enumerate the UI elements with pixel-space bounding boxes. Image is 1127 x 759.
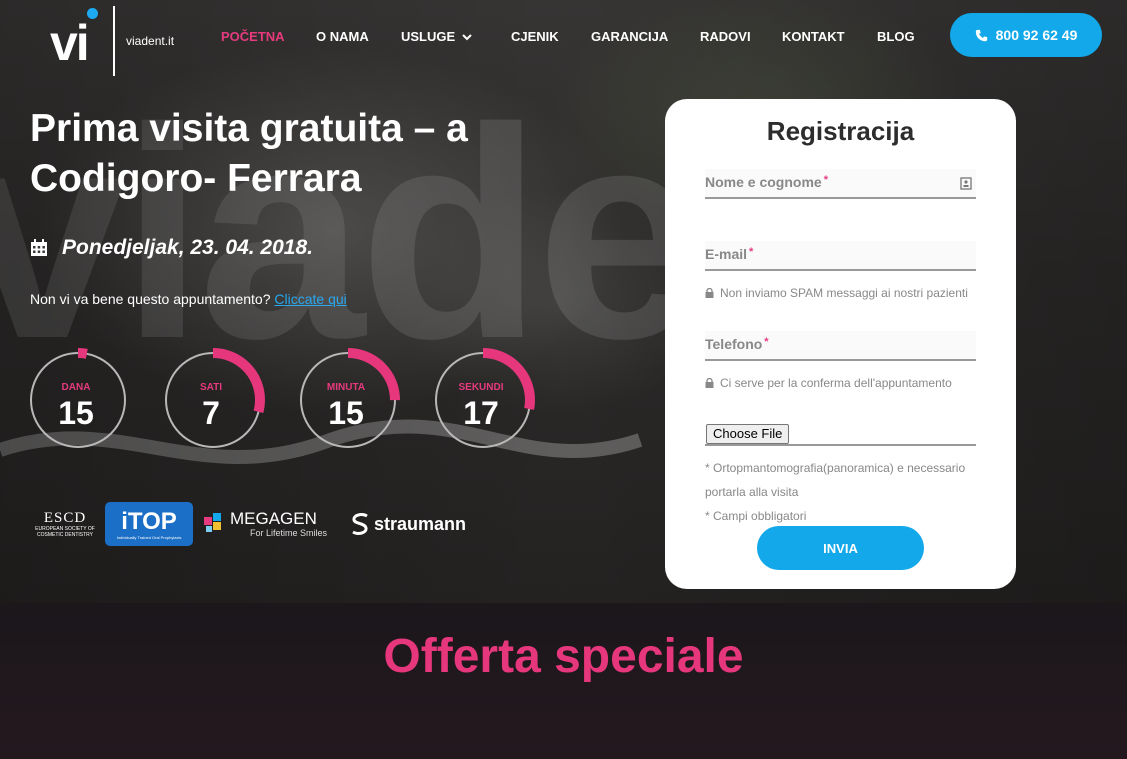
- straumann-mark-icon: [352, 513, 368, 535]
- countdown-label: SATI: [199, 382, 223, 393]
- nav-item-cjenik[interactable]: CJENIK: [511, 28, 591, 46]
- email-hint-text: Non inviamo SPAM messaggi ai nostri pazi…: [720, 286, 968, 300]
- countdown-days: DANA 15: [26, 348, 130, 452]
- phone-hint-text: Ci serve per la conferma dell'appuntamen…: [720, 376, 952, 390]
- logo-text: viadent.it: [126, 34, 175, 48]
- countdown-label: SEKUNDI: [458, 382, 504, 393]
- countdown: DANA 15 SATI 7 MINUTA 15 SEKUNDI 17: [26, 348, 566, 452]
- reschedule-link[interactable]: Cliccate qui: [274, 291, 346, 307]
- nav-item-kontakt[interactable]: KONTAKT: [782, 28, 877, 46]
- logo[interactable]: vi viadent.it: [50, 6, 180, 76]
- choose-file-button[interactable]: Choose File: [706, 424, 790, 444]
- phone-number: 800 92 62 49: [995, 27, 1078, 43]
- main-nav: POČETNA O NAMA USLUGE CJENIK GARANCIJA R…: [221, 28, 927, 46]
- countdown-seconds: SEKUNDI 17: [431, 348, 535, 452]
- contact-card-icon: [960, 177, 972, 190]
- escd-logo-sub: EUROPEAN SOCIETY OF COSMETIC DENTISTRY: [35, 526, 95, 538]
- countdown-value: 15: [58, 395, 94, 431]
- nav-item-garancija[interactable]: GARANCIJA: [591, 28, 700, 46]
- reschedule-question: Non vi va bene questo appuntamento?: [30, 291, 271, 307]
- required-marker: *: [764, 336, 769, 348]
- nav-item-o-nama[interactable]: O NAMA: [316, 28, 401, 46]
- escd-logo-name: ESCD: [43, 510, 87, 526]
- straumann-logo: straumann: [350, 500, 480, 548]
- itop-logo: iTOP Individually Trained Oral Prophylax…: [105, 502, 193, 546]
- straumann-logo-name: straumann: [374, 513, 467, 534]
- date-text: Ponedjeljak, 23. 04. 2018.: [62, 236, 313, 259]
- phone-button[interactable]: 800 92 62 49: [950, 13, 1102, 57]
- appointment-date: Ponedjeljak, 23. 04. 2018.: [30, 236, 313, 260]
- site-header: vi viadent.it POČETNA O NAMA USLUGE CJEN…: [0, 0, 1127, 76]
- email-label-text: E-mail: [705, 246, 748, 262]
- reschedule-text: Non vi va bene questo appuntamento? Clic…: [30, 291, 347, 307]
- lock-icon: [705, 288, 714, 298]
- megagen-logo-sub: For Lifetime Smiles: [250, 528, 328, 538]
- nav-item-usluge-label: USLUGE: [401, 29, 456, 44]
- megagen-logo: MEGAGEN For Lifetime Smiles: [204, 500, 340, 548]
- countdown-value: 7: [202, 395, 220, 431]
- registration-form: Registracija Nome e cognome * E-mail * Non…: [665, 99, 1016, 589]
- page-title-line1: Prima visita gratuita – a: [30, 107, 468, 150]
- email-field-label: E-mail *: [705, 246, 753, 262]
- logo-divider: [113, 6, 115, 76]
- logo-mark: vi: [50, 15, 90, 71]
- special-offer-title: Offerta speciale: [383, 630, 744, 683]
- email-field[interactable]: E-mail *: [705, 241, 976, 271]
- phone-icon: [975, 29, 987, 41]
- countdown-label: DANA: [61, 382, 91, 393]
- itop-logo-name: iTOP: [121, 507, 177, 535]
- phone-label-text: Telefono: [705, 336, 763, 352]
- calendar-icon: [31, 239, 47, 256]
- phone-field[interactable]: Telefono *: [705, 331, 976, 361]
- countdown-value: 17: [463, 395, 499, 431]
- required-marker: *: [749, 246, 754, 258]
- lock-icon: [705, 378, 714, 388]
- page-title-line2: Codigoro- Ferrara: [30, 157, 362, 200]
- countdown-hours: SATI 7: [161, 348, 265, 452]
- required-note: * Campi obbligatori: [705, 509, 807, 523]
- megagen-logo-name: MEGAGEN: [230, 509, 317, 528]
- name-field[interactable]: Nome e cognome *: [705, 169, 976, 199]
- logo-dot: [87, 8, 98, 19]
- countdown-value: 15: [328, 395, 364, 431]
- special-offer-section: Offerta speciale: [0, 603, 1127, 759]
- file-note: * Ortopmantomografia(panoramica) e neces…: [705, 461, 966, 499]
- phone-field-label: Telefono *: [705, 336, 769, 352]
- page-title: Prima visita gratuita – a Codigoro- Ferr…: [30, 104, 590, 204]
- nav-item-radovi[interactable]: RADOVI: [700, 28, 782, 46]
- countdown-label: MINUTA: [326, 382, 366, 393]
- required-marker: *: [823, 174, 828, 186]
- nav-item-pocetna[interactable]: POČETNA: [221, 28, 316, 46]
- name-label-text: Nome e cognome: [705, 174, 822, 190]
- submit-button[interactable]: INVIA: [757, 526, 924, 570]
- countdown-minutes: MINUTA 15: [296, 348, 400, 452]
- file-upload: Choose File: [705, 422, 976, 446]
- email-hint: Non inviamo SPAM messaggi ai nostri pazi…: [705, 281, 976, 305]
- form-title: Registracija: [766, 116, 915, 146]
- itop-logo-sub: Individually Trained Oral Prophylaxis: [116, 534, 182, 540]
- phone-hint: Ci serve per la conferma dell'appuntamen…: [705, 371, 976, 395]
- chevron-down-icon: [462, 34, 472, 41]
- name-field-label: Nome e cognome *: [705, 174, 828, 190]
- nav-item-blog[interactable]: BLOG: [877, 28, 927, 46]
- megagen-mark-icon: [204, 513, 221, 532]
- nav-item-usluge[interactable]: USLUGE: [401, 28, 511, 46]
- escd-logo: ESCD EUROPEAN SOCIETY OF COSMETIC DENTIS…: [34, 500, 96, 548]
